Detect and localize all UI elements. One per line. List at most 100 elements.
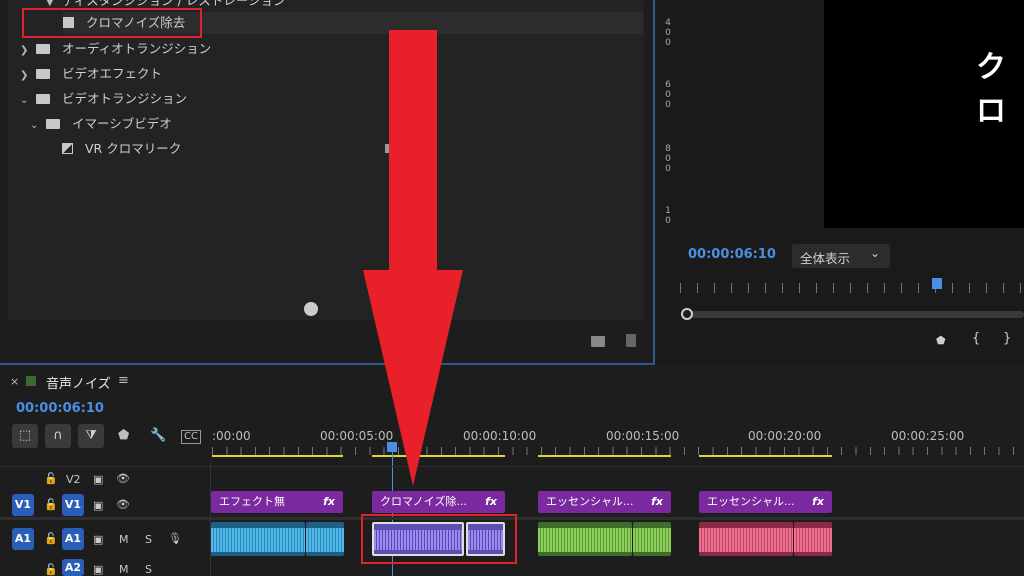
ruler-digit: 8 xyxy=(665,144,671,154)
zoom-scrollbar[interactable] xyxy=(690,311,1024,318)
tree-item-video-effects[interactable]: ❯ ビデオエフェクト xyxy=(20,63,162,85)
ruler-digit: 0 xyxy=(665,154,671,164)
lock-icon[interactable]: 🔓 xyxy=(44,532,58,545)
microphone-icon[interactable]: 🎙 xyxy=(168,532,182,545)
monitor-time-ruler[interactable] xyxy=(680,283,1024,293)
ruler-digit: 1 xyxy=(665,206,671,216)
insert-nest-icon[interactable]: ⬚ xyxy=(12,424,38,448)
track-divider xyxy=(0,466,1024,467)
sync-lock-icon[interactable]: ▣ xyxy=(93,533,103,546)
fx-badge: fx xyxy=(323,495,335,508)
marker-icon[interactable]: ⬟ xyxy=(936,334,946,347)
mark-out-icon[interactable]: } xyxy=(1003,331,1011,346)
linked-selection-icon[interactable]: ⧩ xyxy=(78,424,104,448)
audio-clip[interactable] xyxy=(699,522,793,556)
add-marker-icon[interactable]: ⬟ xyxy=(118,428,129,443)
mute-button[interactable]: M xyxy=(119,533,129,546)
ruler-digit: 0 xyxy=(665,38,671,48)
fx-badge: fx xyxy=(812,495,824,508)
tree-item-immersive-video[interactable]: ⌄ イマーシブビデオ xyxy=(30,113,172,135)
track-name-v2: V2 xyxy=(66,473,81,486)
panel-menu-icon[interactable]: ≡ xyxy=(118,373,129,388)
chevron-down-icon: ⌄ xyxy=(870,246,881,260)
sync-lock-icon[interactable]: ▣ xyxy=(93,473,103,486)
folder-icon xyxy=(35,68,50,79)
zoom-select[interactable]: 全体表示 ⌄ xyxy=(792,244,890,268)
timeline-timecode[interactable]: 00:00:06:10 xyxy=(16,401,104,416)
timeline-ruler[interactable] xyxy=(212,447,1024,455)
ruler-digit: 0 xyxy=(665,164,671,174)
arrow-down-icon xyxy=(363,30,463,486)
ruler-digit: 0 xyxy=(665,28,671,38)
ruler-digit: 0 xyxy=(665,100,671,110)
audio-clip[interactable] xyxy=(633,522,671,556)
monitor-timecode[interactable]: 00:00:06:10 xyxy=(688,247,776,262)
ruler-tick-label: :00:00 xyxy=(212,429,251,443)
highlight-box-effect xyxy=(22,8,202,38)
tree-item-video-transitions[interactable]: ⌄ ビデオトランジション xyxy=(20,88,187,110)
effects-tree: ▼ ディスタンジション / レストレーション クロマノイズ除去 ❯ オーディオト… xyxy=(8,0,644,320)
ruler-tick-label: 00:00:20:00 xyxy=(748,429,822,443)
playhead-icon[interactable] xyxy=(932,278,942,289)
lock-icon[interactable]: 🔓 xyxy=(44,563,58,576)
render-bar xyxy=(538,455,671,457)
transition-icon xyxy=(62,143,73,154)
chevron-down-icon: ⌄ xyxy=(20,95,29,106)
mute-button[interactable]: M xyxy=(119,563,129,576)
cursor-wait-icon xyxy=(304,302,318,316)
sequence-tab[interactable]: 音声ノイズ xyxy=(46,373,111,392)
track-target-a1[interactable]: A1 xyxy=(62,528,84,550)
folder-icon xyxy=(35,93,50,104)
effects-panel: ▼ ディスタンジション / レストレーション クロマノイズ除去 ❯ オーディオト… xyxy=(0,0,655,365)
ruler-digit: 0 xyxy=(665,216,671,226)
ruler-digit: 0 xyxy=(665,90,671,100)
source-patch-v1[interactable]: V1 xyxy=(12,494,34,516)
ruler-tick-label: 00:00:15:00 xyxy=(606,429,680,443)
sync-lock-icon[interactable]: ▣ xyxy=(93,499,103,512)
audio-clip[interactable] xyxy=(794,522,832,556)
snap-icon[interactable]: ∩ xyxy=(45,424,71,448)
track-target-v1[interactable]: V1 xyxy=(62,494,84,516)
folder-icon xyxy=(45,118,60,129)
wrench-icon[interactable]: 🔧 xyxy=(150,428,166,443)
lock-icon[interactable]: 🔓 xyxy=(44,498,58,511)
video-clip[interactable]: エッセンシャル... fx xyxy=(538,491,671,513)
ruler-tick-label: 00:00:25:00 xyxy=(891,429,965,443)
chevron-right-icon: ❯ xyxy=(20,45,29,56)
audio-clip[interactable] xyxy=(306,522,344,556)
chevron-down-icon: ⌄ xyxy=(30,120,39,131)
fx-badge: fx xyxy=(651,495,663,508)
chevron-right-icon: ❯ xyxy=(20,70,29,81)
mark-in-icon[interactable]: { xyxy=(972,331,980,346)
render-bar xyxy=(699,455,832,457)
video-clip[interactable]: エフェクト無 fx xyxy=(211,491,343,513)
sync-lock-icon[interactable]: ▣ xyxy=(93,563,103,576)
source-patch-a1[interactable]: A1 xyxy=(12,528,34,550)
track-target-a2[interactable]: A2 xyxy=(62,559,84,576)
video-clip[interactable]: エッセンシャル... fx xyxy=(699,491,832,513)
eye-icon[interactable]: 👁 xyxy=(116,498,130,511)
sequence-color-icon xyxy=(26,376,36,386)
ruler-digit: 4 xyxy=(665,18,671,28)
close-icon[interactable]: × xyxy=(10,375,19,388)
solo-button[interactable]: S xyxy=(145,533,152,546)
lock-icon[interactable]: 🔓 xyxy=(44,472,58,485)
ruler-tick-label: 00:00:10:00 xyxy=(463,429,537,443)
audio-clip[interactable] xyxy=(538,522,632,556)
captions-icon[interactable]: CC xyxy=(181,430,201,444)
video-clip[interactable]: クロマノイズ除... fx xyxy=(372,491,505,513)
scrollbar-handle[interactable] xyxy=(681,308,693,320)
fx-badge: fx xyxy=(485,495,497,508)
header-divider xyxy=(210,460,211,576)
tree-item-vr-chroma-leak[interactable]: VR クロマリーク xyxy=(62,138,181,160)
highlight-box-audio xyxy=(361,514,517,564)
trash-icon[interactable] xyxy=(626,334,636,347)
folder-icon xyxy=(35,43,50,54)
monitor-video-frame: クロ xyxy=(824,0,1024,228)
new-folder-icon[interactable] xyxy=(591,336,605,347)
eye-icon[interactable]: 👁 xyxy=(116,472,130,485)
audio-clip[interactable] xyxy=(211,522,305,556)
ruler-digit: 6 xyxy=(665,80,671,90)
solo-button[interactable]: S xyxy=(145,563,152,576)
tree-item-audio-transitions[interactable]: ❯ オーディオトランジション xyxy=(20,38,211,60)
